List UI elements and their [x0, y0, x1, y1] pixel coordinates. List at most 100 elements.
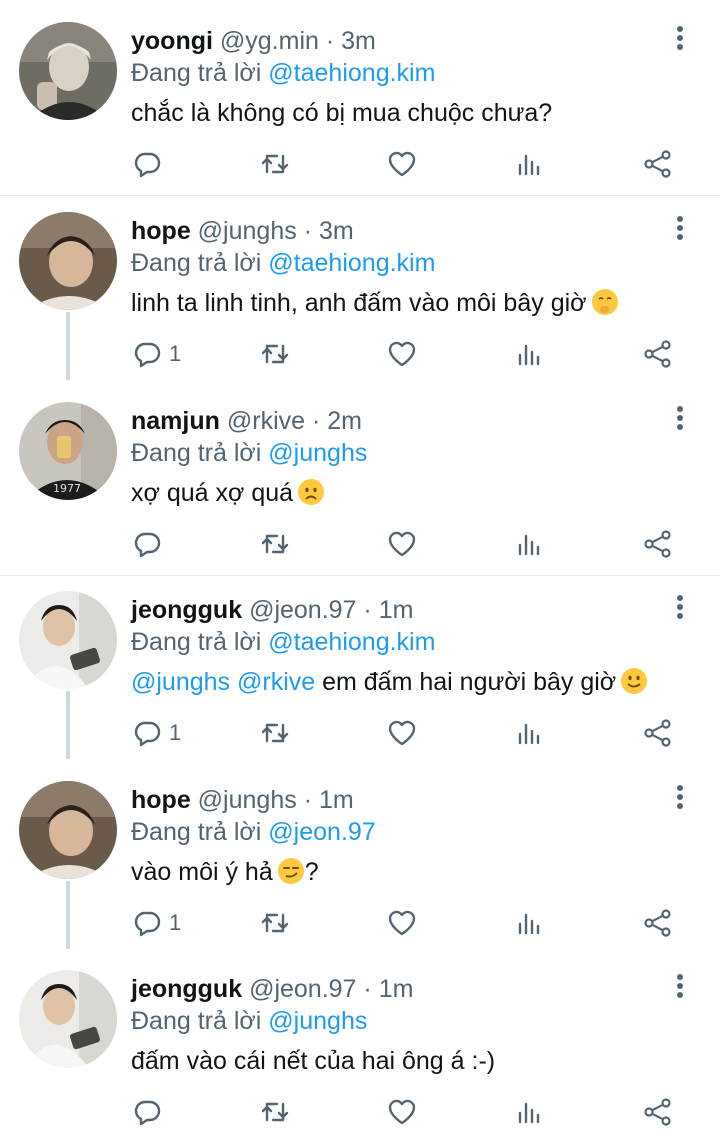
separator-dot: · [363, 596, 372, 624]
timestamp[interactable]: 1m [319, 786, 354, 814]
avatar[interactable] [19, 970, 117, 1068]
retweet-button[interactable] [259, 899, 291, 947]
like-button[interactable] [386, 520, 418, 568]
more-vertical-icon[interactable] [670, 26, 690, 56]
tweet-header: hope @junghs · 3m [131, 216, 354, 246]
display-name[interactable]: jeongguk [131, 596, 242, 624]
reply-button[interactable] [131, 1088, 169, 1136]
reply-icon [134, 342, 161, 368]
avatar[interactable] [19, 781, 117, 879]
avatar[interactable] [19, 22, 117, 120]
replying-to-mention[interactable]: @taehiong.kim [268, 628, 435, 656]
like-button[interactable] [386, 330, 418, 378]
stats-button[interactable] [514, 520, 546, 568]
reply-button[interactable]: 1 [131, 709, 181, 757]
like-button[interactable] [386, 899, 418, 947]
share-button[interactable] [642, 899, 674, 947]
retweet-icon [261, 534, 289, 554]
timestamp[interactable]: 1m [379, 975, 414, 1003]
user-handle[interactable]: @jeon.97 [249, 596, 356, 624]
avatar[interactable]: 1977 [19, 402, 117, 500]
tweet-actions [0, 520, 720, 568]
tweet-text: @junghs @rkive em đấm hai người bây giờ [131, 666, 648, 698]
reply-button[interactable]: 1 [131, 899, 181, 947]
more-vertical-icon[interactable] [670, 216, 690, 246]
tweet-header: hope @junghs · 1m [131, 785, 354, 815]
tweet-text-body: chắc là không có bị mua chuộc chưa? [131, 99, 553, 127]
heart-icon [388, 151, 416, 177]
reply-button[interactable]: 1 [131, 330, 181, 378]
stats-button[interactable] [514, 709, 546, 757]
like-button[interactable] [386, 709, 418, 757]
stats-icon [518, 154, 540, 176]
retweet-button[interactable] [259, 1088, 291, 1136]
share-icon [644, 719, 671, 747]
share-icon [644, 909, 671, 937]
user-handle[interactable]: @yg.min [220, 27, 319, 55]
heart-icon [388, 720, 416, 746]
more-vertical-icon[interactable] [670, 595, 690, 625]
more-vertical-icon[interactable] [670, 974, 690, 1004]
reply-icon [134, 1100, 161, 1126]
tweet[interactable]: jeongguk @jeon.97 · 1m Đang trả lời @tae… [0, 569, 720, 759]
retweet-button[interactable] [259, 709, 291, 757]
stats-button[interactable] [514, 1088, 546, 1136]
more-vertical-icon[interactable] [670, 406, 690, 436]
display-name[interactable]: namjun [131, 407, 220, 435]
stats-button[interactable] [514, 140, 546, 188]
timestamp[interactable]: 1m [379, 596, 414, 624]
tweet-text: linh ta linh tinh, anh đấm vào môi bây g… [131, 287, 619, 319]
share-button[interactable] [642, 1088, 674, 1136]
slightly-smiling-face-emoji [621, 668, 648, 694]
tweet[interactable]: hope @junghs · 3m Đang trả lời @taehiong… [0, 190, 720, 380]
like-button[interactable] [386, 140, 418, 188]
stats-button[interactable] [514, 899, 546, 947]
separator-dot: · [363, 975, 372, 1003]
share-button[interactable] [642, 140, 674, 188]
retweet-button[interactable] [259, 330, 291, 378]
user-handle[interactable]: @junghs [198, 217, 297, 245]
avatar[interactable] [19, 212, 117, 310]
reply-button[interactable] [131, 140, 169, 188]
tweet-text-body: linh ta linh tinh, anh đấm vào môi bây g… [131, 289, 587, 317]
tweet-text: đấm vào cái nết của hai ông á :-) [131, 1045, 495, 1077]
stats-icon [518, 344, 540, 366]
replying-to-mention[interactable]: @taehiong.kim [268, 249, 435, 277]
display-name[interactable]: yoongi [131, 27, 213, 55]
tweet-text-mentions[interactable]: @junghs @rkive [131, 668, 315, 696]
share-button[interactable] [642, 520, 674, 568]
more-vertical-icon[interactable] [670, 785, 690, 815]
timestamp[interactable]: 3m [341, 27, 376, 55]
replying-to-mention[interactable]: @junghs [268, 439, 367, 467]
display-name[interactable]: jeongguk [131, 975, 242, 1003]
user-handle[interactable]: @jeon.97 [249, 975, 356, 1003]
tweet[interactable]: yoongi @yg.min · 3m Đang trả lời @taehio… [0, 0, 720, 196]
display-name[interactable]: hope [131, 786, 191, 814]
replying-to: Đang trả lời @junghs [131, 1006, 367, 1036]
share-button[interactable] [642, 330, 674, 378]
user-handle[interactable]: @rkive [227, 407, 305, 435]
retweet-button[interactable] [259, 140, 291, 188]
replying-to-mention[interactable]: @taehiong.kim [268, 59, 435, 87]
avatar[interactable] [19, 591, 117, 689]
replying-to-mention[interactable]: @jeon.97 [268, 818, 375, 846]
like-button[interactable] [386, 1088, 418, 1136]
timestamp[interactable]: 3m [319, 217, 354, 245]
retweet-icon [261, 154, 289, 174]
tweet-actions [0, 140, 720, 188]
timestamp[interactable]: 2m [327, 407, 362, 435]
reply-icon [134, 911, 161, 937]
replying-to: Đang trả lời @jeon.97 [131, 817, 376, 847]
replying-to-label: Đang trả lời [131, 818, 262, 846]
tweet[interactable]: hope @junghs · 1m Đang trả lời @jeon.97 … [0, 759, 720, 949]
tweet[interactable]: 1977 namjun @rkive · 2m Đang trả lời @ju… [0, 380, 720, 576]
share-button[interactable] [642, 709, 674, 757]
user-handle[interactable]: @junghs [198, 786, 297, 814]
stats-button[interactable] [514, 330, 546, 378]
replying-to-mention[interactable]: @junghs [268, 1007, 367, 1035]
retweet-button[interactable] [259, 520, 291, 568]
reply-icon [134, 532, 161, 558]
reply-button[interactable] [131, 520, 169, 568]
tweet[interactable]: jeongguk @jeon.97 · 1m Đang trả lời @jun… [0, 948, 720, 1138]
display-name[interactable]: hope [131, 217, 191, 245]
